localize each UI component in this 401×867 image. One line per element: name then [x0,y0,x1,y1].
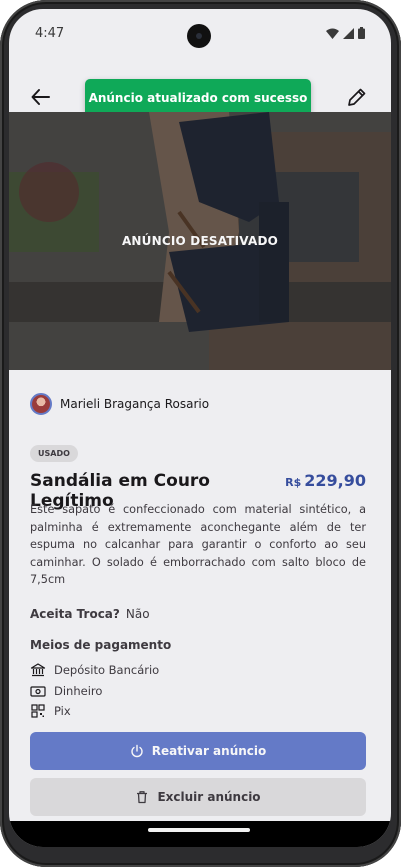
delete-ad-label: Excluir anúncio [157,790,261,804]
qr-code-icon [31,704,45,718]
price-currency: R$ [285,476,302,489]
status-icons [326,27,365,39]
status-bar: 4:47 [9,9,391,59]
navigation-bar [9,821,391,847]
power-icon [131,744,143,758]
product-image: ANÚNCIO DESATIVADO [9,112,391,370]
arrow-left-icon[interactable] [29,85,53,109]
payment-method-bank: Depósito Bancário [30,660,159,681]
phone-frame: 4:47 Anúncio atualizado com sucesso ANÚN… [0,0,401,867]
product-description: Este sapato é confeccionado com material… [30,503,366,586]
product-details: Marieli Bragança Rosario USADO Sandália … [30,389,366,718]
payment-method-label: Dinheiro [54,683,103,698]
home-indicator[interactable] [148,828,250,832]
bank-icon [30,663,46,677]
screen: 4:47 Anúncio atualizado com sucesso ANÚN… [9,9,391,847]
seller-info: Marieli Bragança Rosario [30,389,366,419]
condition-badge: USADO [30,445,78,462]
status-time: 4:47 [35,26,65,41]
disabled-label: ANÚNCIO DESATIVADO [121,234,279,248]
product-price: R$ 229,90 [285,471,366,490]
pencil-icon[interactable] [345,85,369,109]
trade-value: Não [125,607,150,621]
delete-ad-button[interactable]: Excluir anúncio [30,778,366,816]
price-value: 229,90 [304,471,366,490]
wifi-icon [326,28,339,39]
payment-method-label: Pix [54,704,71,719]
payment-method-label: Depósito Bancário [54,663,160,678]
reactivate-ad-label: Reativar anúncio [151,744,267,758]
signal-icon [343,27,354,39]
payment-methods: Depósito Bancário Dinheiro Pix [30,660,159,722]
battery-icon [358,27,365,39]
trade-info: Aceita Troca? Não [30,607,150,621]
camera-cutout [187,24,211,48]
payment-method-pix: Pix [30,701,159,722]
header: Anúncio atualizado com sucesso [9,59,391,119]
payment-title: Meios de pagamento [30,638,172,652]
seller-name: Marieli Bragança Rosario [60,397,210,411]
avatar [30,393,52,415]
money-icon [30,686,46,697]
payment-method-cash: Dinheiro [30,681,159,702]
trash-icon [137,791,148,804]
reactivate-ad-button[interactable]: Reativar anúncio [30,732,366,770]
trade-label: Aceita Troca? [30,607,120,621]
